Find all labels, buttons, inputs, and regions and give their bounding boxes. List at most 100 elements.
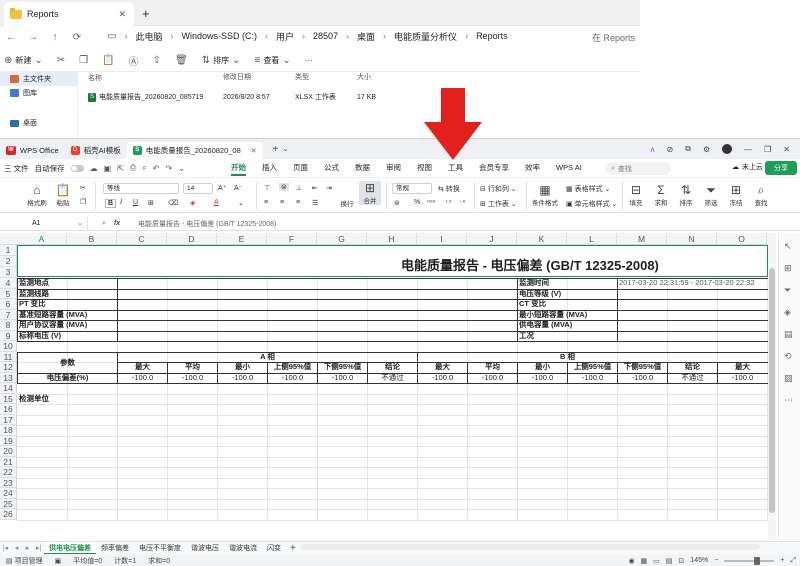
align-center-icon[interactable]: ≡ bbox=[280, 199, 284, 206]
zoom-in-icon[interactable]: + bbox=[780, 557, 784, 564]
font-color-icon[interactable]: A bbox=[214, 199, 219, 206]
share-icon[interactable]: ⇪ bbox=[153, 55, 161, 66]
column-header-j[interactable]: J bbox=[467, 233, 517, 245]
row-header-1[interactable]: 1 bbox=[0, 245, 17, 256]
chevron-down-icon[interactable]: ⌄ bbox=[238, 199, 244, 207]
row-header-25[interactable]: 25 bbox=[0, 498, 17, 509]
view-button[interactable]: ≡ 查看 ⌄ bbox=[254, 55, 290, 66]
tab-review[interactable]: 审阅 bbox=[378, 159, 409, 177]
close-icon[interactable]: ✕ bbox=[118, 9, 126, 20]
spreadsheet-grid[interactable]: ABCDEFGHIJKLMNO 1 2 3 4 5 6 7 8 9 10 11 12 13 14 15 16 1… bbox=[0, 233, 768, 540]
formula-input[interactable]: 电能质量报告 - 电压偏差 (GB/T 12325-2008) bbox=[138, 219, 276, 229]
breadcrumb-item[interactable]: Windows-SSD (C:) bbox=[181, 31, 257, 41]
sum-button[interactable]: Σ 求和 bbox=[650, 183, 672, 207]
tab-insert[interactable]: 插入 bbox=[254, 159, 285, 177]
breadcrumb-item[interactable]: 28507 bbox=[313, 31, 338, 41]
column-header-o[interactable]: O bbox=[717, 233, 767, 245]
align-middle-icon[interactable]: ⊜ bbox=[279, 183, 289, 191]
sort-button[interactable]: ⇅ 排序 ⌄ bbox=[202, 55, 241, 66]
address-bar[interactable]: ▭ › 此电脑 › Windows-SSD (C:) › 用户 › 28507 … bbox=[103, 27, 583, 45]
justify-icon[interactable]: ☰ bbox=[312, 199, 318, 207]
sheet-tab-frequency[interactable]: 频率偏差 bbox=[96, 542, 134, 555]
row-header-8[interactable]: 8 bbox=[0, 320, 17, 331]
zoom-search-icon[interactable]: ⌕ bbox=[102, 220, 106, 228]
table-style-button[interactable]: ▦ 表格样式 ⌄ bbox=[566, 184, 610, 194]
tab-member[interactable]: 会员专享 bbox=[471, 159, 517, 177]
column-header-h[interactable]: H bbox=[367, 233, 417, 245]
column-header-name[interactable]: 名称 bbox=[88, 72, 223, 84]
column-header-b[interactable]: B bbox=[67, 233, 117, 245]
eye-icon[interactable]: ◉ bbox=[628, 557, 634, 565]
row-header-7[interactable]: 7 bbox=[0, 309, 17, 320]
last-sheet-icon[interactable]: ▸| bbox=[33, 544, 44, 552]
row-header-18[interactable]: 18 bbox=[0, 425, 17, 436]
sort-button[interactable]: ⇅ 排序 bbox=[675, 183, 697, 207]
row-header-19[interactable]: 19 bbox=[0, 435, 17, 446]
filter-button[interactable]: ⏷ 筛选 bbox=[700, 183, 722, 207]
column-header-m[interactable]: M bbox=[617, 233, 667, 245]
cell-style-button[interactable]: ▣ 单元格样式 ⌄ bbox=[566, 199, 617, 209]
font-family-select[interactable]: 等线 bbox=[103, 183, 179, 194]
reading-mode-icon[interactable]: ⊡ bbox=[678, 557, 684, 565]
font-size-select[interactable]: 14 bbox=[183, 183, 213, 194]
column-header-date[interactable]: 修改日期 bbox=[223, 72, 295, 84]
copy-icon[interactable]: ❐ bbox=[80, 198, 86, 206]
close-icon[interactable]: ✕ bbox=[251, 147, 257, 155]
row-header-4[interactable]: 4 bbox=[0, 278, 17, 289]
row-header-23[interactable]: 23 bbox=[0, 477, 17, 488]
breadcrumb-item[interactable]: 桌面 bbox=[357, 30, 375, 43]
column-header-type[interactable]: 类型 bbox=[295, 72, 357, 84]
tab-tools[interactable]: 工具 bbox=[440, 159, 471, 177]
undo-icon[interactable]: ↶ bbox=[153, 164, 160, 173]
sheet-tab-flicker[interactable]: 闪变 bbox=[262, 542, 286, 555]
tab-report-file[interactable]: S 电能质量报告_20260820_08 ✕ bbox=[126, 142, 263, 159]
underline-icon[interactable]: U bbox=[133, 199, 138, 206]
refresh-icon[interactable]: ⟳ bbox=[66, 32, 88, 43]
column-header-size[interactable]: 大小 bbox=[357, 72, 417, 84]
align-right-icon[interactable]: ≡ bbox=[296, 199, 300, 206]
fill-color-icon[interactable]: ◈ bbox=[190, 199, 195, 207]
normal-view-icon[interactable]: ▦ bbox=[641, 557, 648, 565]
copy-icon[interactable]: ❐ bbox=[79, 55, 88, 66]
prev-sheet-icon[interactable]: ◂ bbox=[11, 544, 22, 552]
increase-decimal-icon[interactable]: ⁺⁰ bbox=[445, 199, 452, 207]
rename-icon[interactable]: Ⓐ bbox=[129, 53, 139, 68]
page-break-icon[interactable]: ▤ bbox=[666, 557, 673, 565]
fx-icon[interactable]: fx bbox=[114, 220, 120, 228]
settings-icon[interactable]: ⚙ bbox=[703, 145, 710, 154]
row-header-12[interactable]: 12 bbox=[0, 362, 17, 373]
row-header-13[interactable]: 13 bbox=[0, 372, 17, 383]
save-icon[interactable]: ▣ bbox=[104, 164, 112, 173]
zoom-slider[interactable] bbox=[724, 556, 775, 565]
row-header-5[interactable]: 5 bbox=[0, 288, 17, 299]
tab-home[interactable]: 开始 bbox=[223, 159, 254, 177]
percent-icon[interactable]: % bbox=[414, 199, 420, 206]
sync-icon[interactable]: ⊘ bbox=[667, 145, 674, 154]
paste-button[interactable]: 📋 粘贴 bbox=[52, 183, 74, 207]
backup-icon[interactable]: ⟲ bbox=[784, 351, 792, 362]
italic-icon[interactable]: I bbox=[120, 199, 122, 206]
up-arrow-icon[interactable]: ↑ bbox=[44, 32, 66, 43]
forward-arrow-icon[interactable]: → bbox=[22, 32, 44, 43]
indent-icon[interactable]: ⇤ bbox=[312, 184, 318, 192]
column-header-i[interactable]: I bbox=[417, 233, 467, 245]
next-sheet-icon[interactable]: ▸ bbox=[22, 544, 33, 552]
shrink-font-icon[interactable]: A⁻ bbox=[234, 184, 242, 192]
tab-page[interactable]: 页面 bbox=[285, 159, 316, 177]
grow-font-icon[interactable]: A⁺ bbox=[218, 184, 226, 192]
breadcrumb-item[interactable]: 用户 bbox=[276, 30, 294, 43]
sheet-tab-harmonic-voltage[interactable]: 谐波电压 bbox=[186, 542, 224, 555]
restore-icon[interactable]: ❐ bbox=[764, 145, 771, 154]
column-header-g[interactable]: G bbox=[317, 233, 367, 245]
nav-item-desktop[interactable]: 桌面 bbox=[0, 116, 77, 130]
name-box[interactable]: A1 ⌄ bbox=[0, 217, 88, 230]
page-layout-icon[interactable]: ▭ bbox=[653, 557, 660, 565]
tab-wps-office[interactable]: W WPS Office bbox=[0, 142, 65, 159]
row-header-24[interactable]: 24 bbox=[0, 488, 17, 499]
row-header-26[interactable]: 26 bbox=[0, 509, 17, 520]
project-manage[interactable]: ▤ 项目管理 bbox=[0, 556, 43, 566]
add-sheet-button[interactable]: + bbox=[290, 543, 296, 554]
new-tab-button[interactable]: + bbox=[273, 144, 279, 155]
cloud-status[interactable]: ☁ 未上云 bbox=[732, 162, 763, 172]
ribbon-search-input[interactable]: ⌕ 查找 bbox=[605, 162, 671, 175]
